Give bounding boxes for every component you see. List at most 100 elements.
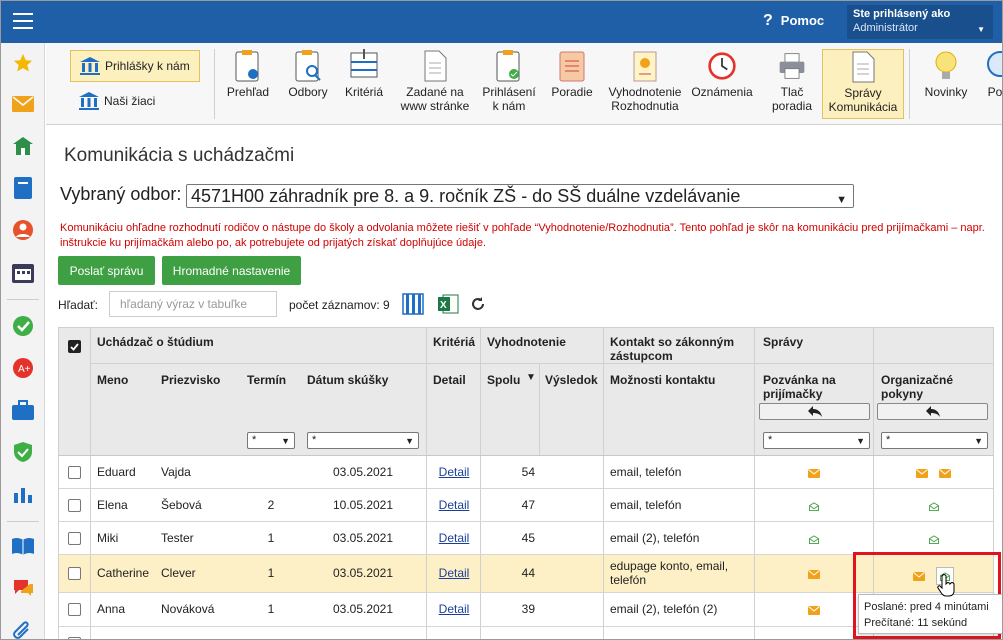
column-instructions[interactable]: Organizačné pokyny [881,373,986,401]
page-title: Komunikácia s uchádzačmi [64,145,295,166]
tab-applications[interactable]: Prihlášky k nám [70,50,200,82]
certificate-icon [633,51,657,82]
column-name[interactable]: Meno [97,373,128,387]
help-link[interactable]: ? Pomoc [763,12,824,30]
notices-button[interactable]: Oznámenia [689,49,755,119]
detail-link[interactable]: Detail [433,465,475,479]
column-result[interactable]: Výsledok [545,373,598,387]
group-header-applicant: Uchádzač o štúdium [97,335,214,349]
table-row[interactable]: Elena Šebová 2 10.05.2021 Detail 47 email, tel… [59,488,993,521]
messages-communication-button[interactable]: Správy Komunikácia [822,49,904,119]
more-button[interactable]: Po [980,49,1003,119]
column-surname[interactable]: Priezvisko [161,373,220,387]
mail-icon[interactable] [1,89,45,119]
lightbulb-icon [935,51,957,79]
mail-sent-icon [808,570,820,580]
reply-invitation-button[interactable] [759,403,870,420]
user-icon[interactable] [1,215,45,245]
row-checkbox[interactable] [68,532,81,545]
clipboard-eye-icon [235,50,259,82]
user-menu[interactable]: Ste prihlásený ako Administrátor ▼ [847,5,993,39]
detail-link[interactable]: Detail [433,498,475,512]
fields-button[interactable]: Odbory [280,49,336,119]
ranking-label: Poradie [551,85,593,99]
bulk-settings-button[interactable]: Hromadné nastavenie [162,256,301,285]
instructions-status[interactable] [874,499,993,513]
criteria-button[interactable]: Kritériá [338,49,390,119]
row-checkbox[interactable] [68,466,81,479]
web-entered-button[interactable]: Zadané na www stránke [396,49,474,119]
field-select[interactable]: 4571H00 záhradník pre 8. a 9. ročník ZŠ … [186,184,854,208]
instructions-status[interactable] [874,466,993,480]
shield-icon[interactable] [1,437,45,467]
filter-value: * [312,434,317,446]
detail-link[interactable]: Detail [433,566,475,580]
columns-icon[interactable] [402,293,424,315]
row-checkbox[interactable] [68,499,81,512]
ranking-button[interactable]: Poradie [546,49,598,119]
chat-icon[interactable] [1,573,45,603]
chart-icon[interactable] [1,479,45,509]
registered-button[interactable]: Prihlásení k nám [479,49,539,119]
briefcase-icon[interactable] [1,395,45,425]
cell-contact: email, telefón [610,498,682,512]
send-message-button[interactable]: Poslať správu [58,256,155,285]
calendar-icon[interactable] [1,257,45,287]
print-ranking-button[interactable]: Tlač poradia [764,49,820,119]
detail-link[interactable]: Detail [433,531,475,545]
cell-total: 45 [521,531,535,545]
column-contact-options[interactable]: Možnosti kontaktu [610,373,715,387]
mail-read-icon [809,535,819,545]
book-icon[interactable] [1,173,45,203]
overview-button[interactable]: Prehľad [218,49,278,119]
open-book-icon[interactable] [1,531,45,561]
invitation-status[interactable] [755,466,873,480]
reply-instructions-button[interactable] [877,403,988,420]
more-label: Po [987,85,1003,99]
table-row[interactable]: Eduard Vajda 03.05.2021 Detail 54 email, tele… [59,455,993,488]
tooltip-sent: Poslané: pred 4 minútami [864,601,989,613]
attachment-icon[interactable] [1,615,45,639]
column-invitation[interactable]: Pozvánka na prijímačky [763,373,868,401]
row-checkbox[interactable] [68,567,81,580]
detail-link[interactable]: Detail [433,602,475,616]
instructions-filter[interactable]: * ▼ [881,432,988,449]
column-exam-date[interactable]: Dátum skúšky [307,373,388,387]
column-term[interactable]: Termín [247,373,286,387]
news-button[interactable]: Novinky [918,49,974,119]
cell-surname: Tester [161,531,194,545]
column-detail[interactable]: Detail [433,373,466,387]
evaluation-label: Vyhodnotenie Rozhodnutia [608,85,682,113]
cell-surname: Nováková [161,602,215,616]
column-total[interactable]: Spolu [487,373,520,387]
refresh-icon[interactable] [470,296,486,312]
invitation-status[interactable] [755,532,873,546]
instructions-status[interactable] [874,532,993,546]
user-role: Administrátor [853,22,918,34]
row-checkbox[interactable] [68,603,81,616]
search-input[interactable]: hľadaný výraz v tabuľke [109,291,277,317]
tab-our-students[interactable]: Naši žiaci [70,85,200,117]
excel-icon[interactable]: X [437,293,459,315]
select-all-checkbox[interactable] [68,340,81,353]
reply-icon [925,406,940,417]
invitation-filter[interactable]: * ▼ [763,432,870,449]
exam-date-filter[interactable]: * ▼ [307,432,419,449]
table-row[interactable]: Miki Tester 1 03.05.2021 Detail 45 email (2), … [59,521,993,554]
school-icon[interactable] [1,131,45,161]
invitation-status[interactable] [755,499,873,513]
filter-value: * [886,434,891,446]
star-icon[interactable] [1,48,45,78]
term-filter[interactable]: * ▼ [247,432,295,449]
cell-contact: email (2), telefón [610,531,700,545]
field-select-label: Vybraný odbor: [60,184,182,204]
chevron-down-icon: ▼ [405,436,414,446]
grade-icon[interactable]: A+ [1,353,45,383]
clock-icon [708,52,736,80]
criteria-icon [350,49,378,78]
check-circle-icon[interactable] [1,311,45,341]
cell-name: Anna [97,602,126,616]
evaluation-button[interactable]: Vyhodnotenie Rozhodnutia [606,49,684,119]
menu-icon[interactable] [13,13,33,29]
cell-contact: edupage konto, email, telefón [610,559,729,587]
